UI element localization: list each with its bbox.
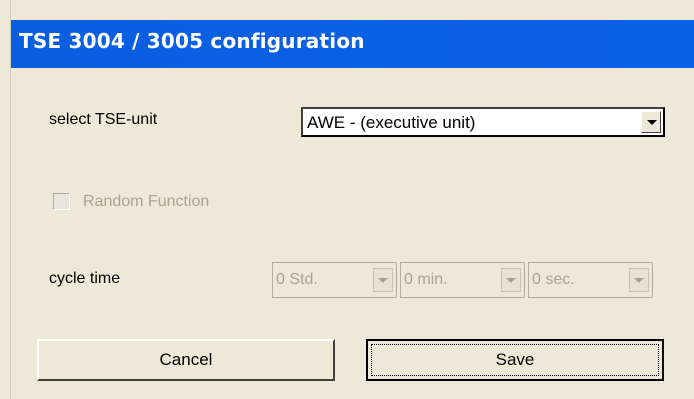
minutes-dropdown-arrow-icon[interactable] (501, 268, 521, 292)
cycle-hours-value: 0 Std. (276, 271, 318, 288)
cycle-time-label: cycle time (49, 270, 121, 287)
seconds-dropdown-arrow-icon[interactable] (629, 268, 649, 292)
cycle-hours-select[interactable]: 0 Std. (272, 262, 397, 298)
window-title: TSE 3004 / 3005 configuration (19, 29, 365, 53)
random-function-label: Random Function (83, 193, 210, 210)
unit-dropdown-arrow-icon[interactable] (641, 111, 661, 133)
config-dialog: TSE 3004 / 3005 configuration select TSE… (10, 0, 694, 399)
unit-select-value: AWE - (executive unit) (307, 113, 476, 132)
title-bar: TSE 3004 / 3005 configuration (11, 20, 694, 68)
focus-rectangle (371, 344, 659, 376)
cycle-seconds-value: 0 sec. (532, 271, 575, 288)
unit-select[interactable]: AWE - (executive unit) (301, 107, 665, 137)
cycle-minutes-value: 0 min. (404, 271, 448, 288)
save-button[interactable]: Save (366, 339, 664, 381)
random-function-checkbox[interactable] (53, 193, 70, 210)
cycle-seconds-select[interactable]: 0 sec. (528, 262, 653, 298)
cancel-button[interactable]: Cancel (37, 339, 335, 381)
select-unit-label: select TSE-unit (49, 111, 158, 128)
cancel-button-label: Cancel (159, 350, 213, 369)
cycle-minutes-select[interactable]: 0 min. (400, 262, 525, 298)
hours-dropdown-arrow-icon[interactable] (373, 268, 393, 292)
